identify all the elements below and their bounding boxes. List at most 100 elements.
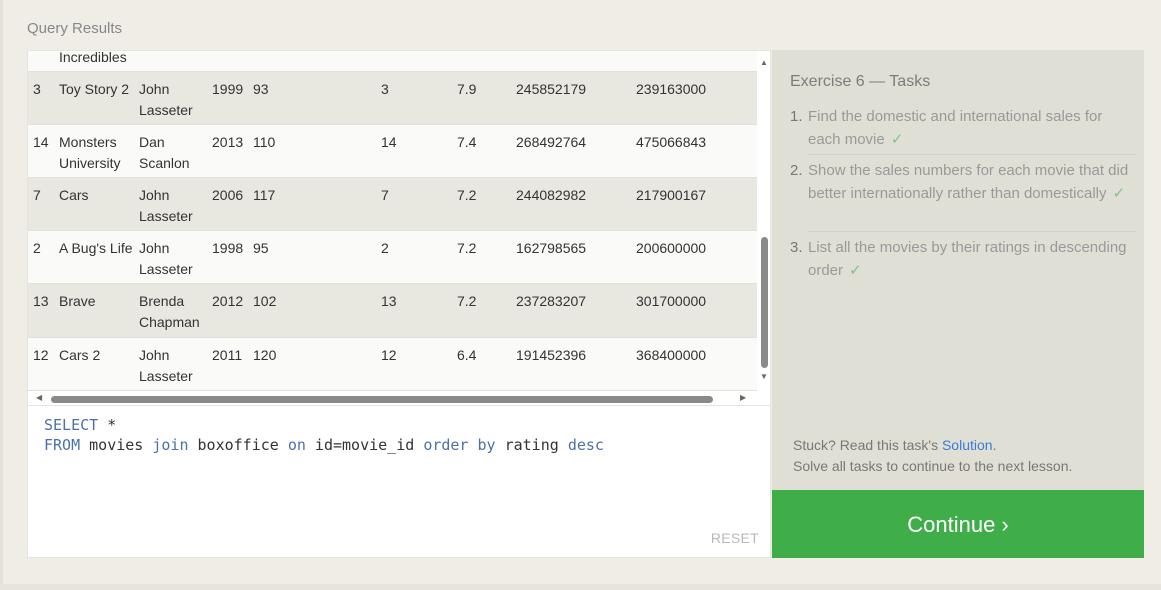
table-row: 3 Toy Story 2 John Lasseter 1999 93 3 7.9 24585…	[28, 72, 757, 125]
cell-title: A Bug's Life	[59, 240, 133, 256]
cell-rating: 7.2	[457, 187, 477, 203]
task-text-content: Show the sales numbers for each movie th…	[808, 162, 1129, 202]
tasks-panel: Exercise 6 — Tasks 1. Find the domestic …	[772, 50, 1144, 490]
horizontal-scrollbar[interactable]: ◀ ▶	[28, 391, 757, 405]
cell-year: 2012	[212, 293, 244, 309]
scroll-up-arrow-icon[interactable]: ▲	[760, 59, 768, 67]
cell-international-sales: 239163000	[636, 81, 707, 97]
sql-keyword: on	[287, 436, 306, 454]
solution-link[interactable]: Solution	[942, 437, 993, 453]
vertical-scroll-thumb[interactable]	[761, 237, 768, 368]
cell-year: 1999	[212, 81, 244, 97]
cell-domestic-sales: 268492764	[516, 134, 587, 150]
cell-year: 2006	[212, 187, 244, 203]
continue-button[interactable]: Continue ›	[772, 490, 1144, 558]
window-bottom-edge	[0, 584, 1161, 590]
table-row: 7 Cars John Lasseter 2006 117 7 7.2 244082982 21…	[28, 178, 757, 231]
cell-length: 110	[253, 134, 276, 150]
scroll-right-arrow-icon[interactable]: ▶	[740, 394, 746, 402]
cell-rating: 7.9	[457, 81, 477, 97]
code-text: id=movie_id	[305, 436, 424, 454]
task-divider	[808, 231, 1136, 232]
table-row: 13 Brave Brenda Chapman 2012 102 13 7.2 2372832…	[28, 284, 757, 338]
stuck-suffix: .	[992, 437, 997, 453]
keyword-select: SELECT	[44, 416, 99, 434]
query-results-table[interactable]: Incredibles 3 Toy Story 2 John Lasseter 199…	[27, 50, 771, 406]
horizontal-scroll-thumb[interactable]	[51, 396, 713, 403]
sql-keyword: join	[152, 436, 189, 454]
cell-movie-id: 12	[381, 347, 397, 363]
reset-button[interactable]: RESET	[711, 528, 759, 548]
cell-length: 120	[253, 347, 277, 363]
cell-international-sales: 368400000	[636, 347, 707, 363]
code-text: *	[98, 416, 117, 434]
cell-year: 2011	[212, 347, 243, 363]
cell-rating: 7.4	[457, 134, 477, 150]
table-row: 12 Cars 2 John Lasseter 2011 120 12 6.4 1914523…	[28, 338, 757, 391]
code-text: boxoffice	[188, 436, 288, 454]
cell-director: Dan Scanlon	[139, 134, 190, 171]
cell-movie-id: 2	[381, 240, 389, 256]
cell-length: 93	[253, 81, 269, 97]
table-row: 14 Monsters University Dan Scanlon 2013 110 1…	[28, 125, 757, 178]
cell-rating: 6.4	[457, 347, 477, 363]
check-icon: ✓	[1112, 185, 1126, 202]
cell-domestic-sales: 191452396	[516, 347, 587, 363]
cell-id: 14	[33, 134, 49, 150]
sql-keyword: FROM	[44, 436, 81, 454]
task-divider	[808, 154, 1136, 155]
task-text: List all the movies by their ratings in …	[808, 236, 1134, 282]
task-text-content: Find the domestic and international sale…	[808, 108, 1103, 148]
solve-all-text: Solve all tasks to continue to the next …	[793, 458, 1073, 474]
cell-length: 117	[253, 187, 276, 203]
cell-domestic-sales: 245852179	[516, 81, 587, 97]
tasks-title: Exercise 6 — Tasks	[790, 73, 931, 90]
cell-international-sales: 217900167	[636, 187, 707, 203]
cell-id: 3	[33, 81, 41, 97]
scroll-down-arrow-icon[interactable]: ▼	[760, 373, 768, 381]
cell-movie-id: 14	[381, 134, 397, 150]
results-rows: Incredibles 3 Toy Story 2 John Lasseter 199…	[28, 51, 757, 391]
cell-rating: 7.2	[457, 293, 477, 309]
cell-domestic-sales: 162798565	[516, 240, 587, 256]
cell-international-sales: 301700000	[636, 293, 707, 309]
cell-length: 102	[253, 293, 277, 309]
table-row-partial: Incredibles	[28, 51, 757, 72]
cell-director: John Lasseter	[139, 347, 193, 384]
task-text: Show the sales numbers for each movie th…	[808, 159, 1134, 205]
cell-movie-id: 3	[381, 81, 389, 97]
window-left-edge	[0, 0, 3, 590]
code-text: rating	[495, 436, 568, 454]
cell-international-sales: 200600000	[636, 240, 707, 256]
task-text: Find the domestic and international sale…	[808, 105, 1134, 151]
vertical-scrollbar[interactable]: ▲ ▼	[757, 51, 770, 391]
sql-editor[interactable]: SELECT * FROM movies join boxoffice on i…	[27, 406, 771, 558]
cell-year: 2013	[212, 134, 244, 150]
sql-keyword: order by	[423, 436, 496, 454]
code-line-2: FROM movies join boxoffice on id=movie_i…	[44, 435, 604, 455]
task-number: 1.	[790, 108, 803, 125]
cell-director: John Lasseter	[139, 240, 193, 277]
cell-length: 95	[253, 240, 269, 256]
check-icon: ✓	[849, 262, 862, 279]
cell-domestic-sales: 237283207	[516, 293, 587, 309]
cell-director: John Lasseter	[139, 81, 193, 118]
cell-id: 12	[33, 347, 49, 363]
cell-title: Monsters University	[59, 134, 121, 171]
cell-title: Toy Story 2	[59, 81, 130, 97]
cell-title: Cars 2	[59, 347, 101, 363]
scroll-left-arrow-icon[interactable]: ◀	[36, 394, 42, 402]
code-text: movies	[80, 436, 153, 454]
sql-keyword: desc	[567, 436, 604, 454]
cell-year: 1998	[212, 240, 244, 256]
query-results-title: Query Results	[27, 20, 123, 37]
cell-movie-id: 13	[381, 293, 397, 309]
task-number: 3.	[790, 239, 803, 256]
cell-movie-id: 7	[381, 187, 389, 203]
code-line-1: SELECT *	[44, 415, 116, 435]
help-text: Stuck? Read this task's Solution. Solve …	[793, 435, 1072, 477]
cell-id: 13	[33, 293, 49, 309]
cell-id: 7	[33, 187, 41, 203]
check-icon: ✓	[890, 131, 904, 148]
cell-title: Cars	[59, 187, 89, 203]
